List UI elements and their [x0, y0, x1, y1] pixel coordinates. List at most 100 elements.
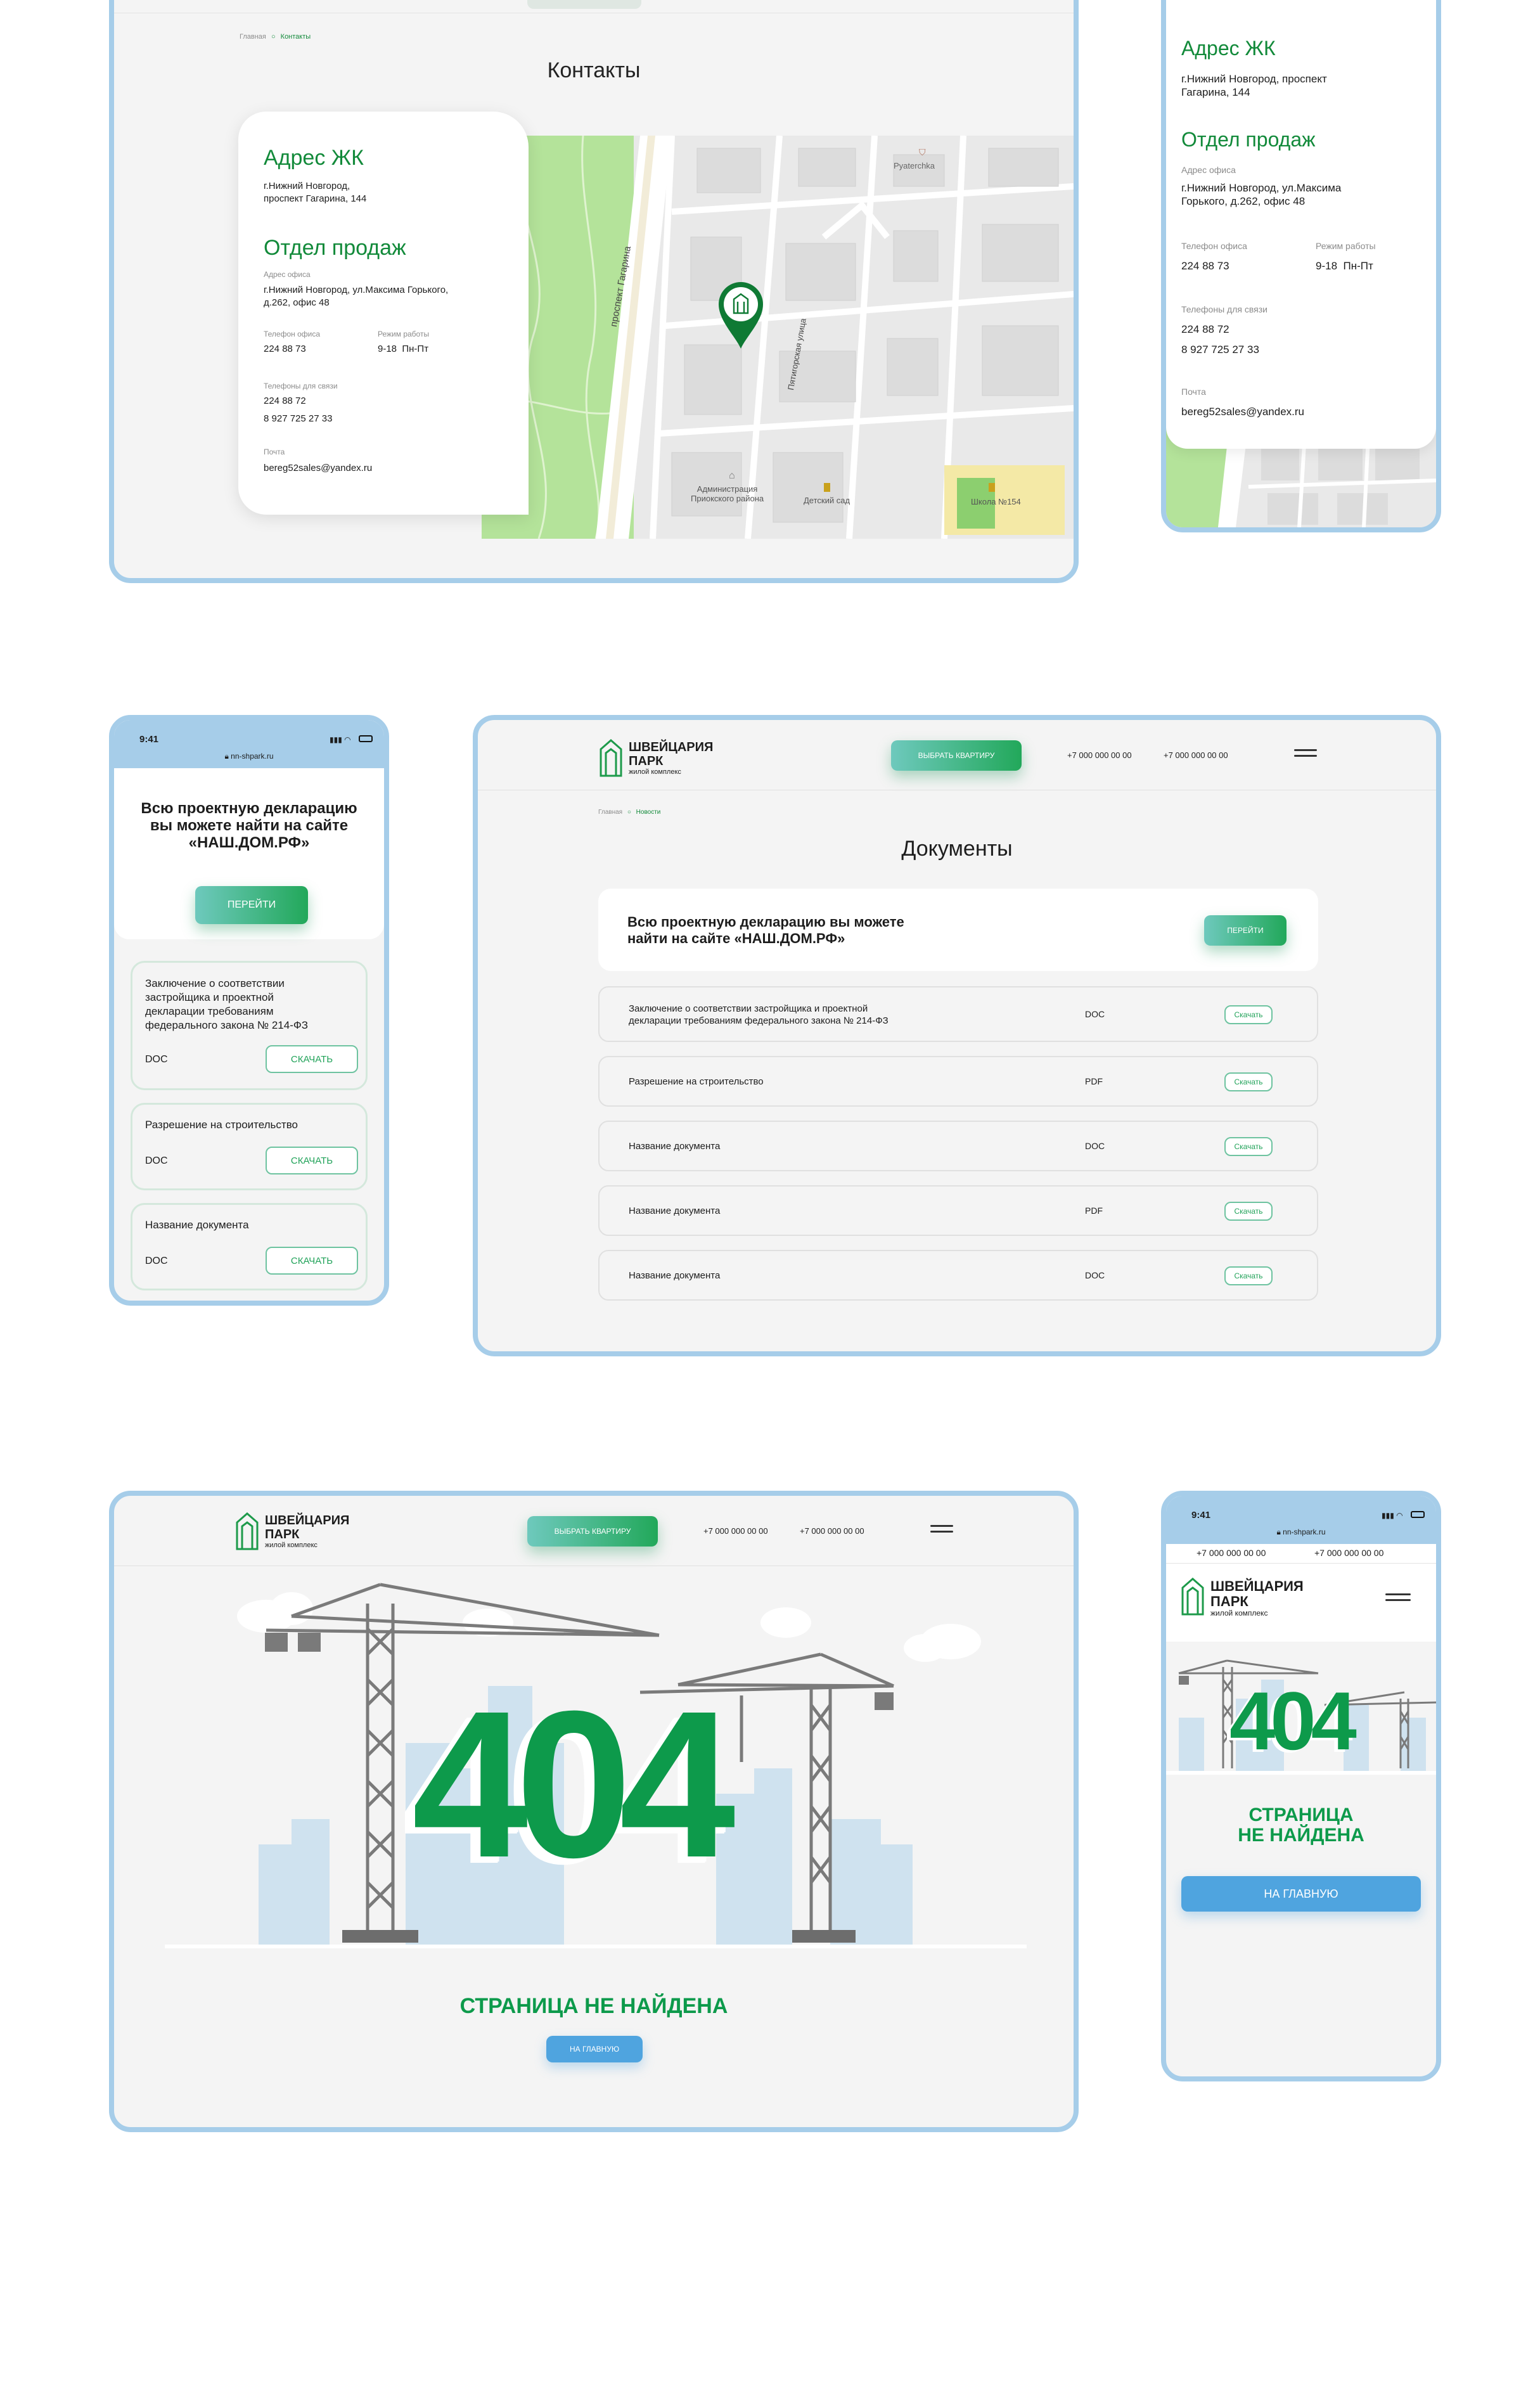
m-office-phone-label: Телефон офиса [1181, 241, 1247, 251]
poi-admin-icon: ⌂ [729, 470, 735, 481]
poi-label-kindergarten: Детский сад [804, 496, 850, 505]
poi-label-admin: Администрация Приокского района [691, 484, 764, 503]
header-phone-1[interactable]: +7 000 000 00 00 [703, 1526, 768, 1536]
url-bar[interactable]: 🔒︎ nn-shpark.ru [1166, 1528, 1436, 1537]
m-mail-link[interactable]: bereg52sales@yandex.ru [1181, 406, 1304, 418]
doc-name-3: Название документа [629, 1141, 721, 1152]
complex-heading: Адрес ЖК [264, 146, 364, 170]
m-header-phone-2[interactable]: +7 000 000 00 00 [1314, 1548, 1383, 1558]
m-contact-phone-1[interactable]: 224 88 72 [1181, 323, 1229, 336]
doc-type-1: DOC [1085, 1009, 1105, 1019]
notfound-mobile-frame: 9:41 ▮▮▮ ◠ 🔒︎ nn-shpark.ru +7 000 000 00… [1161, 1491, 1441, 2081]
office-phone[interactable]: 224 88 73 [264, 344, 306, 354]
m-doc-name-1: Заключение о соответствии застройщика и … [145, 977, 309, 1031]
m-mail-label: Почта [1181, 387, 1206, 397]
choose-apartment-button[interactable]: ВЫБРАТЬ КВАРТИРУ [527, 1516, 658, 1547]
logo-line-1: ШВЕЙЦАРИЯ [1210, 1578, 1304, 1594]
doc-row-1: Заключение о соответствии застройщика и … [598, 986, 1318, 1042]
signal-icon: ▮▮▮ ◠ [330, 735, 351, 744]
breadcrumb-separator: ○ [627, 809, 631, 816]
contact-card: Адрес ЖК г.Нижний Новгород, проспект Гаг… [238, 112, 529, 515]
m-go-button[interactable]: ПЕРЕЙТИ [195, 886, 308, 924]
doc-row-2: Разрешение на строительство PDF Скачать [598, 1056, 1318, 1107]
doc-type-5: DOC [1085, 1270, 1105, 1280]
url-bar[interactable]: 🔒︎ nn-shpark.ru [114, 752, 384, 761]
logo-subtitle: жилой комплекс [265, 1541, 318, 1549]
m-doc-name-3: Название документа [145, 1219, 249, 1231]
logo-line-2: ПАРК [1210, 1593, 1248, 1609]
m-header-divider [1166, 1563, 1436, 1564]
m-hours-label: Режим работы [1316, 241, 1376, 251]
m-error-code: 404 [1229, 1675, 1357, 1767]
office-address: г.Нижний Новгород, ул.Максима Горького, … [264, 285, 449, 308]
m-contact-phones-label: Телефоны для связи [1181, 304, 1267, 314]
url-text: nn-shpark.ru [1283, 1528, 1326, 1536]
m-complex-heading: Адрес ЖК [1181, 37, 1276, 60]
status-time: 9:41 [139, 734, 159, 745]
m-complex-address: г.Нижний Новгород, проспект Гагарина, 14… [1181, 73, 1327, 98]
choose-apartment-button[interactable]: ВЫБРАТЬ КВАРТИРУ [891, 740, 1022, 771]
download-button-1[interactable]: Скачать [1224, 1005, 1273, 1024]
hours: 9-18 Пн-Пт [378, 344, 429, 354]
contact-phone-1[interactable]: 224 88 72 [264, 396, 306, 406]
map[interactable]: проспект Гагарина Пятигорская улица ⛉ Py… [482, 136, 1074, 539]
header-phone-2[interactable]: +7 000 000 00 00 [1164, 750, 1228, 760]
m-hours: 9-18 Пн-Пт [1316, 260, 1373, 272]
m-doc-type-3: DOC [145, 1256, 168, 1266]
menu-icon[interactable] [930, 1521, 953, 1536]
m-header-phone-1[interactable]: +7 000 000 00 00 [1197, 1548, 1266, 1558]
poi-label-school: Школа №154 [971, 497, 1021, 506]
contact-phone-2[interactable]: 8 927 725 27 33 [264, 413, 332, 424]
hours-label: Режим работы [378, 330, 430, 338]
url-text: nn-shpark.ru [231, 752, 274, 761]
m-logo[interactable]: ШВЕЙЦАРИЯ ПАРК жилой комплекс [1180, 1576, 1307, 1620]
m-sales-heading: Отдел продаж [1181, 128, 1316, 151]
download-button-3[interactable]: Скачать [1224, 1137, 1273, 1156]
page-title: Контакты [547, 58, 641, 82]
office-phone-label: Телефон офиса [264, 330, 321, 338]
home-button[interactable]: НА ГЛАВНУЮ [546, 2036, 643, 2062]
header-phone-1[interactable]: +7 000 000 00 00 [1067, 750, 1132, 760]
header-logo[interactable]: ШВЕЙЦАРИЯ ПАРК жилой комплекс [234, 1511, 349, 1552]
m-office-phone[interactable]: 224 88 73 [1181, 260, 1229, 273]
signal-icon: ▮▮▮ ◠ [1382, 1511, 1403, 1520]
m-contact-phone-2[interactable]: 8 927 725 27 33 [1181, 344, 1259, 356]
go-button[interactable]: ПЕРЕЙТИ [1204, 915, 1287, 946]
status-bar: 9:41 ▮▮▮ ◠ 🔒︎ nn-shpark.ru [1166, 1496, 1436, 1544]
page-title: Документы [901, 837, 1013, 861]
poi-label-shop: Pyaterchka [894, 161, 935, 170]
download-button-2[interactable]: Скачать [1224, 1072, 1273, 1091]
menu-icon[interactable] [1385, 1590, 1411, 1605]
notfound-desktop-frame: ШВЕЙЦАРИЯ ПАРК жилой комплекс ВЫБРАТЬ КВ… [109, 1491, 1079, 2132]
download-button-5[interactable]: Скачать [1224, 1266, 1273, 1285]
status-bar: 9:41 ▮▮▮ ◠ 🔒︎ nn-shpark.ru [114, 720, 384, 768]
menu-icon[interactable] [1294, 745, 1317, 761]
location-pin-icon[interactable] [716, 279, 766, 353]
mail-link[interactable]: bereg52sales@yandex.ru [264, 463, 372, 473]
m-download-button-3[interactable]: СКАЧАТЬ [266, 1247, 358, 1275]
m-home-button[interactable]: НА ГЛАВНУЮ [1181, 1876, 1421, 1912]
lock-icon: 🔒︎ [224, 752, 231, 761]
breadcrumb-home[interactable]: Главная [240, 33, 266, 41]
header-logo[interactable]: ШВЕЙЦАРИЯ ПАРК жилой комплекс [598, 738, 714, 778]
m-doc-card-3: Название документа DOC СКАЧАТЬ [131, 1203, 368, 1290]
declaration-banner: Всю проектную декларацию вы можете найти… [598, 889, 1318, 971]
m-doc-card-1: Заключение о соответствии застройщика и … [131, 961, 368, 1090]
m-download-button-1[interactable]: СКАЧАТЬ [266, 1045, 358, 1073]
documents-mobile-frame: 9:41 ▮▮▮ ◠ 🔒︎ nn-shpark.ru Всю проектную… [109, 715, 389, 1306]
contact-phones-label: Телефоны для связи [264, 382, 338, 390]
logo-line-2: ПАРК [265, 1528, 300, 1541]
breadcrumb-home[interactable]: Главная [598, 809, 622, 816]
logo-line-2: ПАРК [629, 754, 664, 768]
map-graphic [482, 136, 1074, 539]
logo-line-1: ШВЕЙЦАРИЯ [629, 740, 714, 754]
doc-row-5: Название документа DOC Скачать [598, 1250, 1318, 1301]
logo-subtitle: жилой комплекс [1210, 1609, 1268, 1618]
poi-school-icon [989, 483, 995, 492]
download-button-4[interactable]: Скачать [1224, 1202, 1273, 1221]
m-download-button-2[interactable]: СКАЧАТЬ [266, 1147, 358, 1174]
doc-name-4: Название документа [629, 1206, 721, 1216]
top-button-stub [527, 0, 641, 9]
header-phone-2[interactable]: +7 000 000 00 00 [800, 1526, 864, 1536]
doc-row-3: Название документа DOC Скачать [598, 1121, 1318, 1171]
